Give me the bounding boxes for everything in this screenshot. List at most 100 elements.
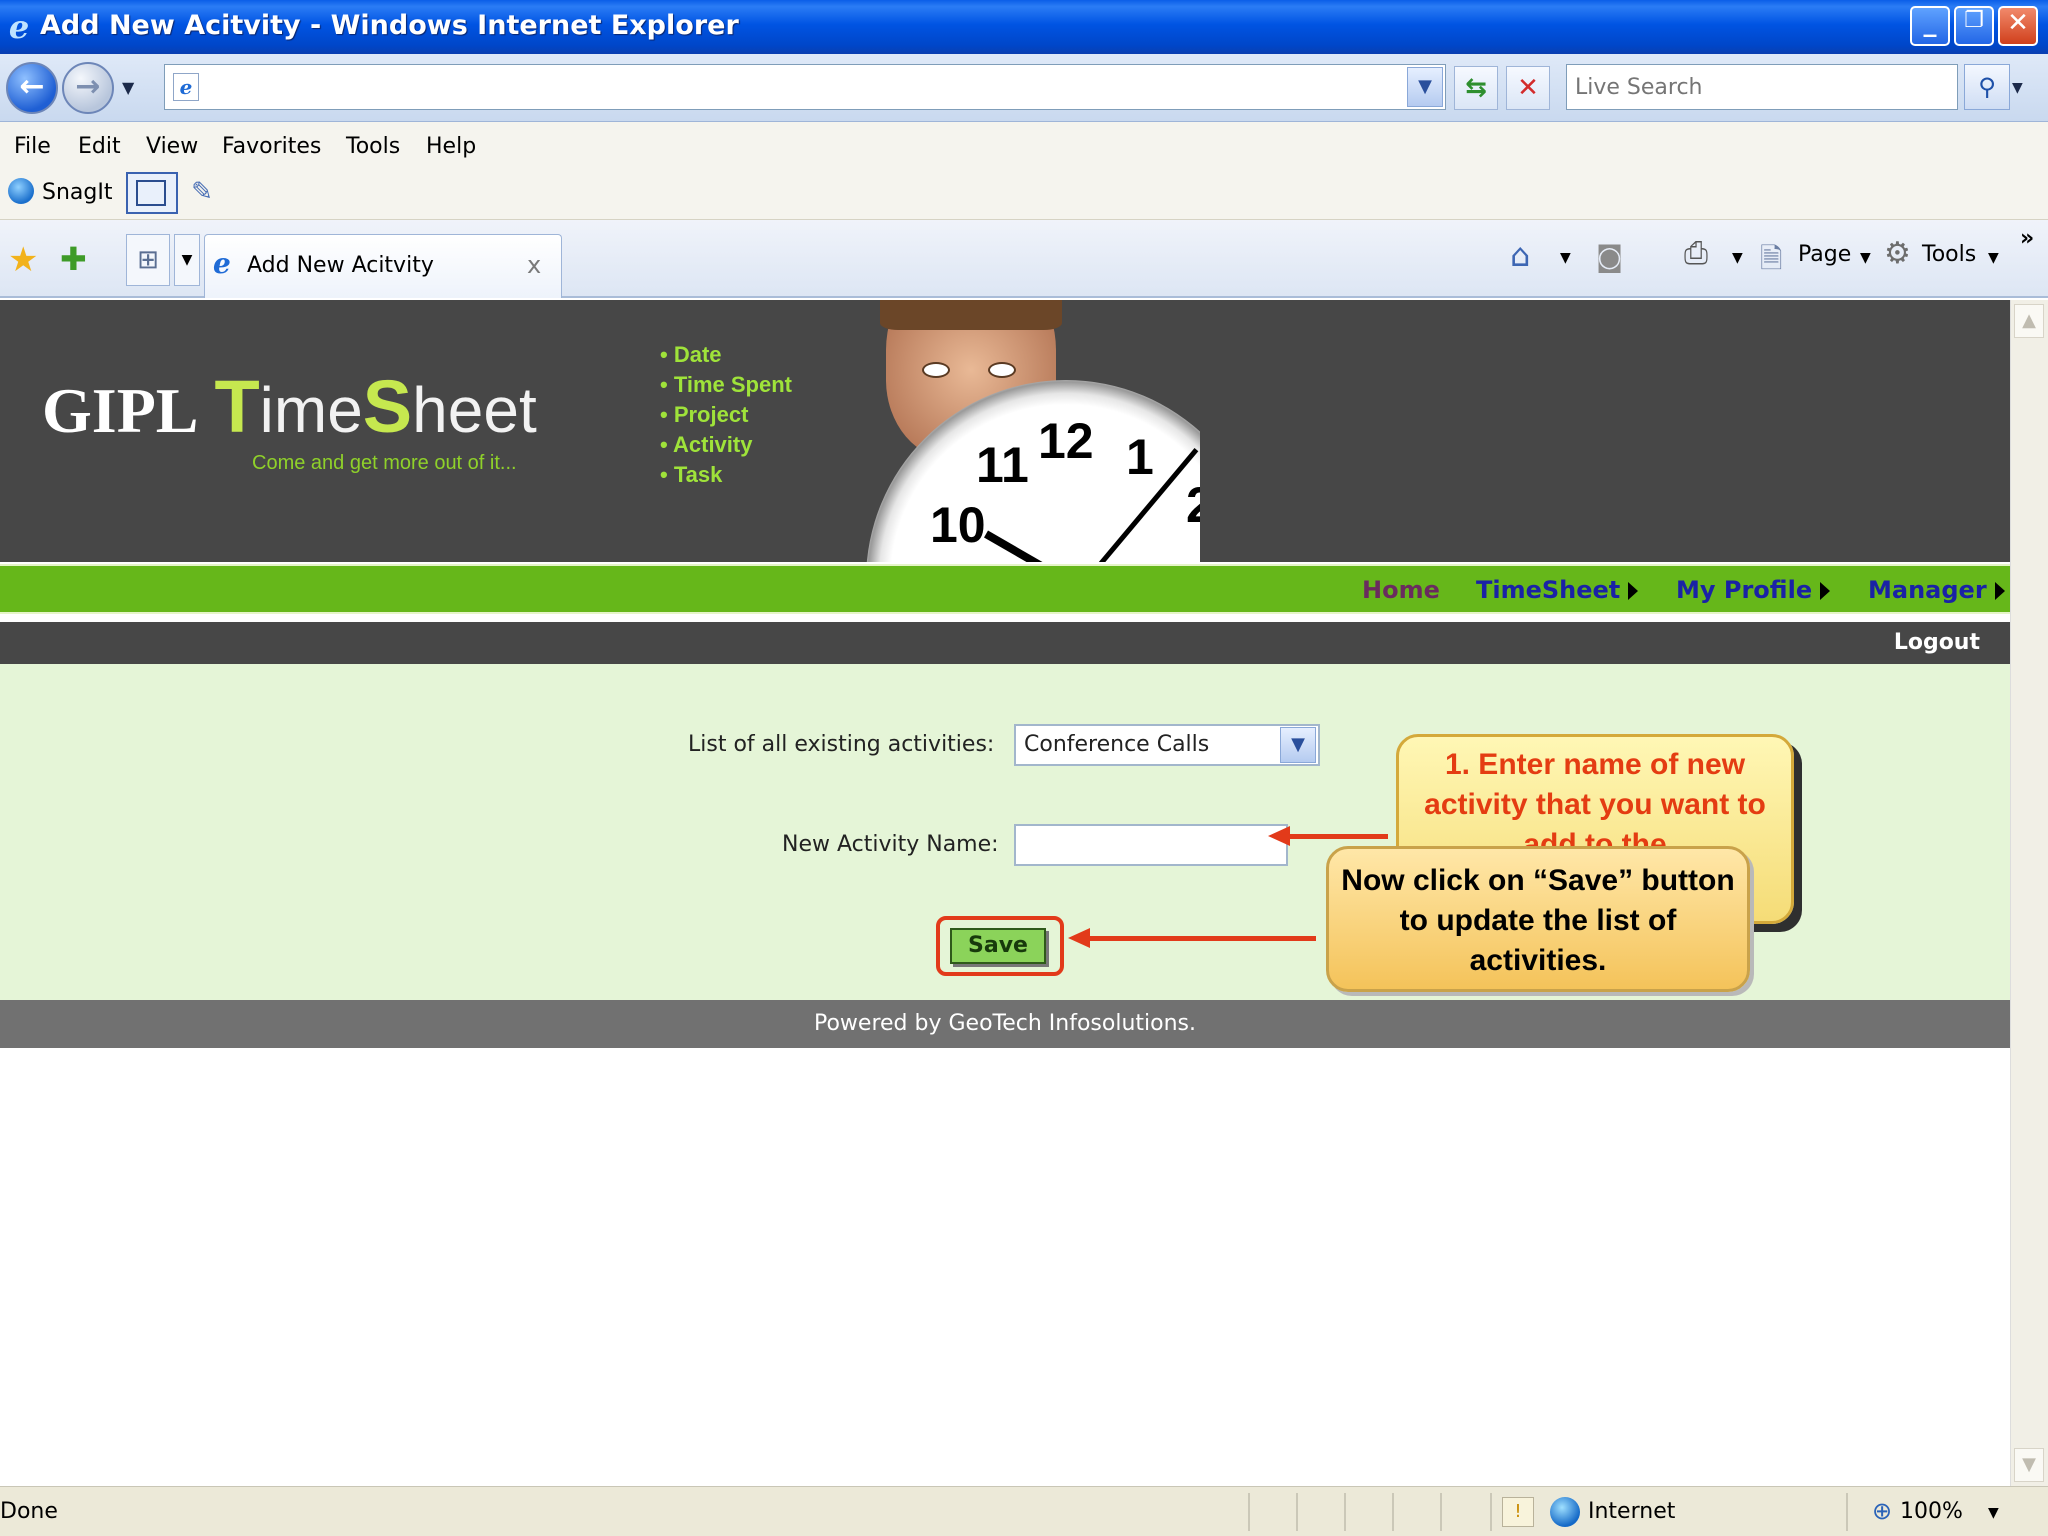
snagit-capture-button[interactable] xyxy=(126,172,178,214)
tab-close-icon[interactable]: x xyxy=(527,251,541,279)
quick-tabs-icon[interactable]: ⊞ xyxy=(126,234,170,286)
clock-number: 12 xyxy=(1038,413,1094,469)
nav-timesheet-link[interactable]: TimeSheet xyxy=(1476,576,1639,604)
page-menu-icon: 🗎 xyxy=(1760,242,1783,275)
live-search-input[interactable] xyxy=(1566,64,1958,110)
menu-tools[interactable]: Tools xyxy=(346,134,400,159)
security-zone-label[interactable]: Internet xyxy=(1588,1499,1675,1524)
tab-add-new-activity[interactable]: e Add New Acitvity x xyxy=(204,234,562,298)
window-title: Add New Acitvity - Windows Internet Expl… xyxy=(40,10,739,41)
snagit-label[interactable]: SnagIt xyxy=(42,180,112,205)
user-bar: Logout xyxy=(0,622,2010,664)
clock-number: 1 xyxy=(1126,429,1154,485)
address-toolbar: ← → ▼ e ▼ ⇆ ✕ ⚲ ▼ xyxy=(0,54,2048,122)
menu-view[interactable]: View xyxy=(146,134,198,159)
minimize-button[interactable]: _ xyxy=(1910,6,1950,46)
site-tagline: Come and get more out of it... xyxy=(252,452,517,474)
clock-number: 10 xyxy=(930,497,986,553)
restore-button[interactable]: ❐ xyxy=(1954,6,1994,46)
man-hair xyxy=(880,300,1062,330)
recent-pages-dropdown-icon[interactable]: ▼ xyxy=(122,78,134,97)
logout-link[interactable]: Logout xyxy=(1894,630,1980,655)
refresh-button[interactable]: ⇆ xyxy=(1454,66,1498,110)
feature-bullet-project: • Project xyxy=(660,402,749,427)
feature-bullet-time-spent: • Time Spent xyxy=(660,372,792,397)
zoom-icon[interactable]: ⊕ xyxy=(1872,1497,1892,1525)
page-icon: e xyxy=(173,73,199,101)
print-icon[interactable]: ⎙ xyxy=(1684,236,1708,271)
banner-clock-image: 12 1 11 10 2 xyxy=(800,300,1200,562)
annotation-arrow xyxy=(1290,834,1388,839)
new-activity-name-input[interactable] xyxy=(1014,824,1288,866)
home-dropdown-icon[interactable]: ▼ xyxy=(1560,250,1571,266)
tab-list-dropdown-icon[interactable]: ▼ xyxy=(174,234,200,286)
zoom-level[interactable]: 100% xyxy=(1900,1499,1963,1524)
ie-logo-icon: e xyxy=(8,8,30,46)
search-options-dropdown-icon[interactable]: ▼ xyxy=(2012,80,2023,96)
scroll-up-icon[interactable]: ▲ xyxy=(2014,304,2044,338)
nav-manager-link[interactable]: Manager xyxy=(1868,576,2005,604)
protected-mode-icon[interactable]: ! xyxy=(1502,1497,1534,1527)
snagit-icon[interactable] xyxy=(8,178,34,204)
snagit-toolbar: SnagIt ✎ xyxy=(0,168,2048,220)
address-dropdown-icon[interactable]: ▼ xyxy=(1407,67,1443,107)
annotation-arrowhead xyxy=(1268,826,1290,846)
stop-button[interactable]: ✕ xyxy=(1506,66,1550,110)
vertical-scrollbar[interactable] xyxy=(2010,300,2048,1486)
add-favorite-icon[interactable]: ✚ xyxy=(60,240,87,278)
submenu-arrow-icon xyxy=(1820,582,1831,600)
status-text: Done xyxy=(0,1499,58,1524)
page-dropdown-icon[interactable]: ▼ xyxy=(1860,250,1871,266)
submenu-arrow-icon xyxy=(1994,582,2005,600)
man-eye xyxy=(922,362,950,378)
address-bar[interactable]: e ▼ xyxy=(164,64,1446,110)
main-navigation: Home TimeSheet My Profile Manager xyxy=(0,564,2010,614)
menu-bar: File Edit View Favorites Tools Help xyxy=(0,122,2048,168)
submenu-arrow-icon xyxy=(1628,582,1639,600)
snagit-editor-icon[interactable]: ✎ xyxy=(186,176,218,208)
tools-menu[interactable]: Tools xyxy=(1922,242,1976,267)
menu-file[interactable]: File xyxy=(14,134,51,159)
window-title-bar[interactable]: e Add New Acitvity - Windows Internet Ex… xyxy=(0,0,2048,54)
capture-window-icon xyxy=(136,180,166,206)
menu-favorites[interactable]: Favorites xyxy=(222,134,321,159)
search-icon[interactable]: ⚲ xyxy=(1964,64,2010,110)
home-icon[interactable]: ⌂ xyxy=(1510,236,1530,274)
status-bar: Done ! Internet ⊕ 100% ▼ xyxy=(0,1486,2048,1536)
more-commands-chevron-icon[interactable]: » xyxy=(2020,226,2034,251)
menu-edit[interactable]: Edit xyxy=(78,134,121,159)
selected-activity: Conference Calls xyxy=(1024,732,1210,757)
tools-dropdown-icon[interactable]: ▼ xyxy=(1988,250,1999,266)
new-activity-name-label: New Activity Name: xyxy=(782,832,999,857)
feeds-icon[interactable]: ◙ xyxy=(1596,240,1623,273)
page-menu[interactable]: Page xyxy=(1798,242,1851,267)
site-banner: GIPL TimeSheet Come and get more out of … xyxy=(0,300,2010,562)
scroll-down-icon[interactable]: ▼ xyxy=(2014,1448,2044,1482)
tab-bar: ★ ✚ ⊞ ▼ e Add New Acitvity x ⌂ ▼ ◙ ⎙ ▼ 🗎… xyxy=(0,220,2048,298)
annotation-arrow xyxy=(1090,936,1316,941)
back-button[interactable]: ← xyxy=(6,62,58,114)
feature-bullet-date: • Date xyxy=(660,342,722,367)
feature-bullet-activity: • Activity xyxy=(660,432,753,457)
internet-zone-globe-icon xyxy=(1550,1497,1580,1527)
save-button[interactable]: Save xyxy=(950,928,1046,964)
existing-activities-label: List of all existing activities: xyxy=(688,732,995,757)
zoom-dropdown-icon[interactable]: ▼ xyxy=(1988,1505,1999,1521)
tab-label: Add New Acitvity xyxy=(247,253,434,278)
annotation-arrowhead xyxy=(1068,928,1090,948)
gear-icon: ⚙ xyxy=(1884,236,1911,271)
nav-home-link[interactable]: Home xyxy=(1362,576,1440,604)
print-dropdown-icon[interactable]: ▼ xyxy=(1732,250,1743,266)
menu-help[interactable]: Help xyxy=(426,134,476,159)
favorites-star-icon[interactable]: ★ xyxy=(8,240,38,280)
page-footer: Powered by GeoTech Infosolutions. xyxy=(0,1000,2010,1048)
clock-number: 2 xyxy=(1186,477,1200,533)
instruction-callout-save: Now click on “Save” button to update the… xyxy=(1326,846,1750,992)
close-window-button[interactable]: ✕ xyxy=(1998,6,2038,46)
chevron-down-icon[interactable]: ▼ xyxy=(1280,727,1316,763)
nav-my-profile-link[interactable]: My Profile xyxy=(1676,576,1831,604)
forward-button[interactable]: → xyxy=(62,62,114,114)
man-eye xyxy=(988,362,1016,378)
ie-tab-icon: e xyxy=(213,247,231,280)
existing-activities-select[interactable]: Conference Calls xyxy=(1014,724,1320,766)
